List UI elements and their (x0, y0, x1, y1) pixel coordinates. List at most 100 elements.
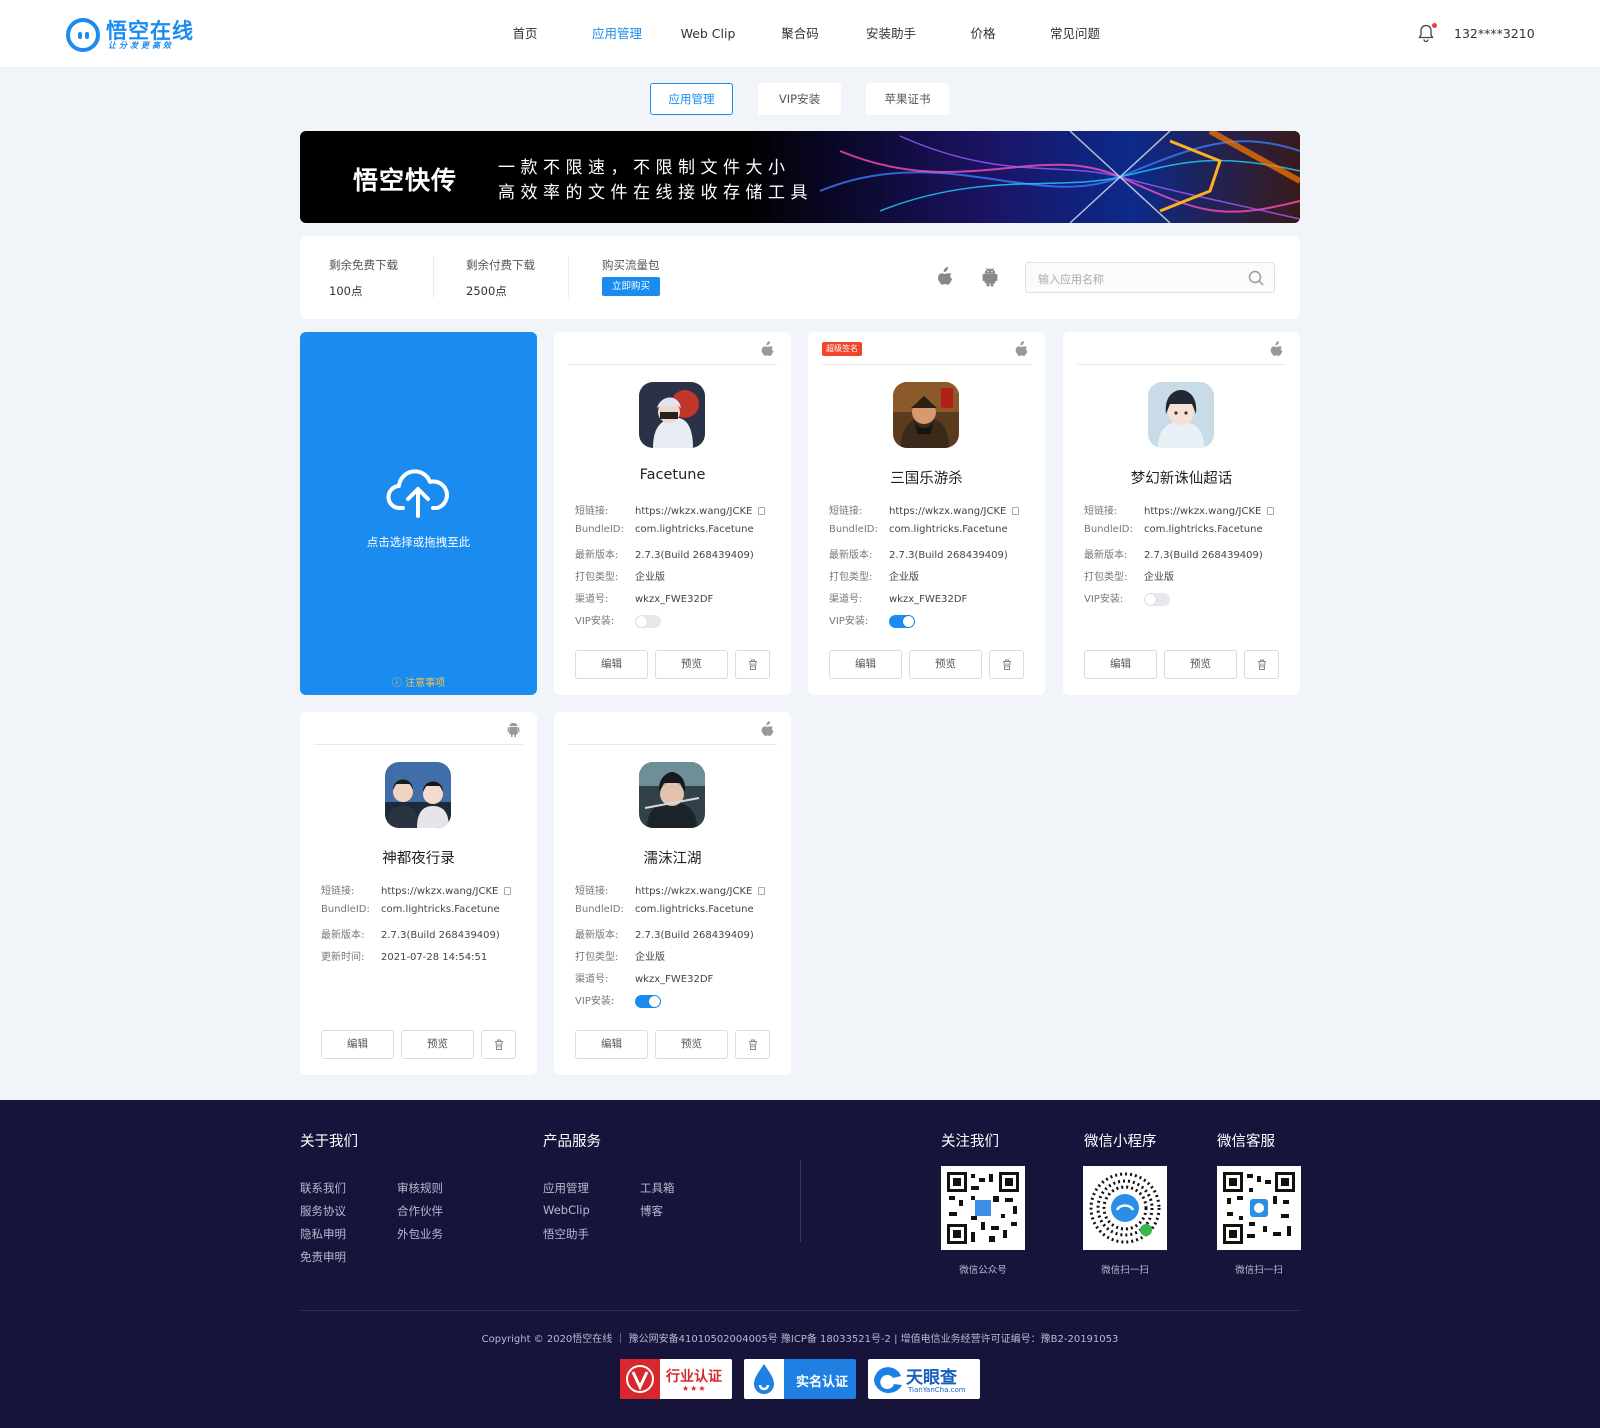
trash-icon (748, 1039, 757, 1050)
pack-type-value: 企业版 (635, 952, 665, 963)
cert-label: 天眼查 (906, 1368, 957, 1388)
app-search-input[interactable]: 输入应用名称 (1025, 262, 1275, 293)
channel-row: 渠道号: wkzx_FWE32DF (575, 970, 713, 985)
subtab-apple-certificate[interactable]: 苹果证书 (866, 83, 949, 115)
vip-install-row: VIP安装: (829, 612, 915, 628)
subtab-vip-install[interactable]: VIP安装 (758, 83, 841, 115)
free-downloads-value: 100点 (329, 284, 363, 298)
search-icon[interactable] (1248, 270, 1264, 286)
preview-button[interactable]: 预览 (655, 650, 728, 679)
preview-button[interactable]: 预览 (1164, 650, 1237, 679)
vip-install-toggle[interactable] (1144, 592, 1170, 606)
updated-time-value: 2021-07-28 14:54:51 (381, 952, 488, 963)
short-link-value: https://wkzx.wang/JCKE (635, 506, 753, 517)
row-label: 最新版本: (575, 930, 619, 941)
nav-app-management[interactable]: 应用管理 (592, 0, 642, 67)
delete-button[interactable] (735, 1030, 770, 1059)
apple-icon (1269, 341, 1284, 362)
footer-link[interactable]: 博客 (640, 1203, 663, 1219)
apple-icon (760, 721, 775, 742)
delete-button[interactable] (1244, 650, 1279, 679)
row-label: 打包类型: (1084, 572, 1128, 583)
user-phone[interactable]: 132****3210 (1454, 0, 1535, 67)
preview-button[interactable]: 预览 (401, 1030, 474, 1059)
edit-button[interactable]: 编辑 (829, 650, 902, 679)
bundle-id-value: com.lightricks.Facetune (635, 524, 754, 535)
version-value: 2.7.3(Build 268439409) (635, 550, 754, 561)
edit-button[interactable]: 编辑 (1084, 650, 1157, 679)
channel-value: wkzx_FWE32DF (635, 594, 714, 605)
footer-link[interactable]: WebClip (543, 1203, 590, 1217)
vip-install-toggle[interactable] (635, 614, 661, 628)
row-label: 打包类型: (829, 572, 873, 583)
cloud-upload-icon (386, 469, 449, 518)
footer-link[interactable]: 应用管理 (543, 1180, 589, 1196)
preview-button[interactable]: 预览 (909, 650, 982, 679)
footer-link[interactable]: 隐私申明 (300, 1226, 346, 1242)
edit-button[interactable]: 编辑 (575, 1030, 648, 1059)
footer-link[interactable]: 服务协议 (300, 1203, 346, 1219)
divider (568, 256, 569, 298)
edit-button[interactable]: 编辑 (575, 650, 648, 679)
buy-now-button[interactable]: 立即购买 (602, 277, 660, 296)
copy-icon[interactable] (1012, 507, 1020, 515)
preview-button[interactable]: 预览 (655, 1030, 728, 1059)
nav-aggregate-code[interactable]: 聚合码 (781, 0, 819, 67)
nav-pricing[interactable]: 价格 (970, 0, 995, 67)
footer-link[interactable]: 悟空助手 (543, 1226, 589, 1242)
wechat-miniprogram-code (1083, 1166, 1167, 1250)
footer-link[interactable]: 合作伙伴 (397, 1203, 443, 1219)
logo-mark-icon (66, 18, 100, 52)
delete-button[interactable] (735, 650, 770, 679)
nav-faq[interactable]: 常见问题 (1050, 0, 1100, 67)
apple-icon (760, 341, 775, 362)
footer-link[interactable]: 工具箱 (640, 1180, 675, 1196)
footer-link[interactable]: 审核规则 (397, 1180, 443, 1196)
subtab-app-management[interactable]: 应用管理 (650, 83, 733, 115)
footer-link[interactable]: 联系我们 (300, 1180, 346, 1196)
divider (568, 744, 777, 745)
cert-label: 实名认证 (796, 1375, 849, 1390)
footer-link[interactable]: 外包业务 (397, 1226, 443, 1242)
vip-install-toggle[interactable] (635, 994, 661, 1008)
app-icon (639, 762, 705, 828)
trash-icon (494, 1039, 503, 1050)
vip-install-toggle[interactable] (889, 614, 915, 628)
copyright-text: Copyright © 2020悟空在线 ｜ 豫公网安备410105020040… (481, 1334, 1119, 1345)
upload-hint: 点击选择或拖拽至此 (366, 535, 471, 549)
upload-notice-label: 注意事项 (405, 678, 446, 689)
row-label: 打包类型: (575, 572, 619, 583)
upload-dropzone[interactable]: 点击选择或拖拽至此 ⓘ 注意事项 (300, 332, 537, 695)
row-label: VIP安装: (1084, 594, 1124, 605)
promo-banner[interactable]: 悟空快传 一款不限速，不限制文件大小 高效率的文件在线接收存储工具 (300, 131, 1300, 223)
copy-icon[interactable] (758, 887, 766, 895)
row-label: BundleID: (575, 524, 624, 535)
row-label: 渠道号: (575, 974, 609, 985)
nav-home[interactable]: 首页 (512, 0, 537, 67)
top-header: 悟空在线 让分发更高效 首页 应用管理 Web Clip 聚合码 安装助手 价格… (0, 0, 1600, 67)
delete-button[interactable] (481, 1030, 516, 1059)
real-name-cert-badge[interactable]: 实名认证 (744, 1359, 856, 1399)
footer-mini-title: 微信小程序 (1084, 1134, 1157, 1150)
app-card: 濡沫江湖 短链接: https://wkzx.wang/JCKE BundleID… (554, 712, 791, 1075)
upload-notice-link[interactable]: ⓘ 注意事项 (300, 674, 537, 689)
footer-link[interactable]: 免责申明 (300, 1249, 346, 1265)
logo[interactable]: 悟空在线 让分发更高效 (66, 15, 226, 53)
banner-line-1: 一款不限速，不限制文件大小 (498, 158, 791, 178)
nav-web-clip[interactable]: Web Clip (681, 0, 736, 67)
industry-cert-badge[interactable]: 行业认证 ★★★ (620, 1359, 732, 1399)
notification-dot (1432, 23, 1437, 28)
copy-icon[interactable] (758, 507, 766, 515)
apple-filter-icon[interactable] (936, 267, 954, 291)
version-value: 2.7.3(Build 268439409) (889, 550, 1008, 561)
copy-icon[interactable] (1267, 507, 1275, 515)
vip-install-row: VIP安装: (575, 612, 661, 628)
copy-icon[interactable] (504, 887, 512, 895)
tianyancha-badge[interactable]: 天眼查 TianYanCha.com (868, 1359, 980, 1399)
nav-install-assistant[interactable]: 安装助手 (866, 0, 916, 67)
short-link-row: 短链接: https://wkzx.wang/JCKE (321, 882, 512, 897)
divider (300, 1310, 1300, 1311)
delete-button[interactable] (989, 650, 1024, 679)
edit-button[interactable]: 编辑 (321, 1030, 394, 1059)
android-filter-icon[interactable] (981, 267, 999, 291)
